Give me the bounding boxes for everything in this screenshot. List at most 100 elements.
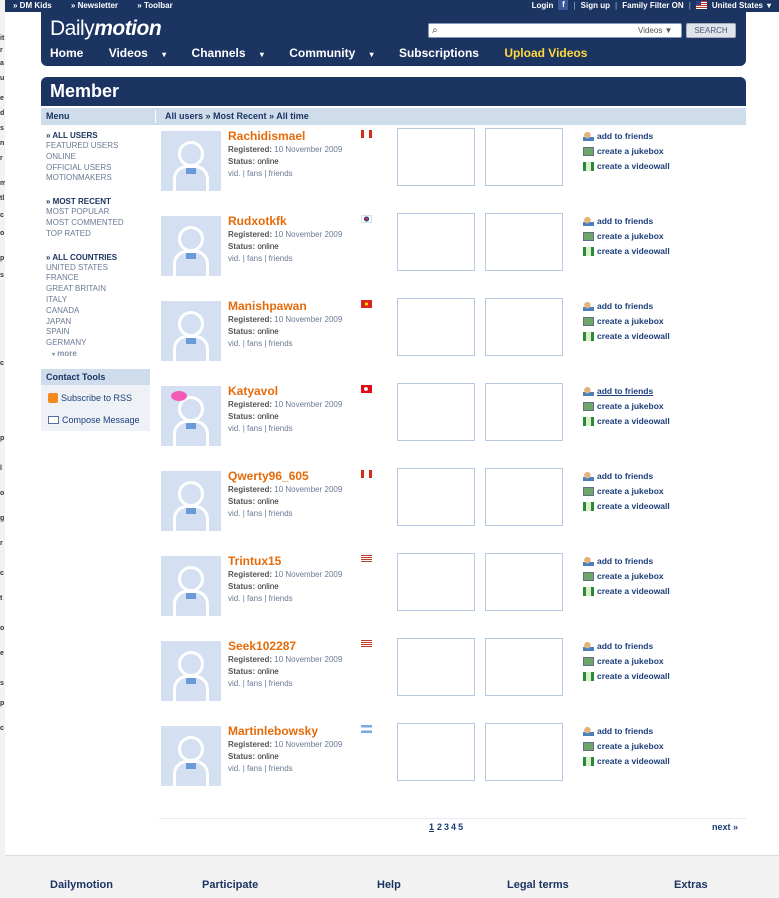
toolbar-link[interactable]: » Toolbar: [137, 1, 172, 10]
sidebar-more-link[interactable]: ▾ more: [46, 349, 151, 358]
family-filter-link[interactable]: Family Filter ON: [622, 1, 683, 10]
member-name-link[interactable]: Seek102287: [228, 639, 296, 653]
video-thumbnail[interactable]: [397, 298, 475, 356]
sidebar-item[interactable]: MOST COMMENTED: [46, 218, 151, 229]
videos-link[interactable]: vid.: [228, 764, 240, 773]
compose-message-link[interactable]: Compose Message: [41, 407, 150, 429]
videos-link[interactable]: vid.: [228, 339, 240, 348]
create-videowall-link[interactable]: create a videowall: [583, 756, 670, 766]
fans-link[interactable]: fans: [247, 339, 262, 348]
create-jukebox-link[interactable]: create a jukebox: [583, 741, 664, 751]
fans-link[interactable]: fans: [247, 594, 262, 603]
footer-heading[interactable]: Extras: [674, 879, 708, 891]
video-thumbnail[interactable]: [485, 298, 563, 356]
sidebar-item[interactable]: CANADA: [46, 306, 151, 317]
friends-link[interactable]: friends: [269, 594, 293, 603]
country-selector[interactable]: United States: [712, 1, 763, 10]
footer-heading[interactable]: Legal terms: [507, 879, 569, 891]
nav-upload-videos[interactable]: Upload Videos: [504, 46, 598, 60]
search-category-select[interactable]: Videos ▼: [638, 26, 672, 35]
signup-link[interactable]: Sign up: [581, 1, 610, 10]
fans-link[interactable]: fans: [247, 764, 262, 773]
nav-videos[interactable]: Videos ▾: [109, 46, 178, 60]
video-thumbnail[interactable]: [397, 553, 475, 611]
fans-link[interactable]: fans: [247, 424, 262, 433]
sidebar-item[interactable]: MOTIONMAKERS: [46, 173, 151, 184]
sidebar-heading[interactable]: » MOST RECENT: [46, 196, 151, 207]
page-link[interactable]: 4: [451, 822, 456, 832]
footer-heading[interactable]: Dailymotion: [50, 879, 113, 891]
video-thumbnail[interactable]: [397, 638, 475, 696]
subscribe-rss-link[interactable]: Subscribe to RSS: [41, 385, 150, 407]
breadcrumb[interactable]: All users » Most Recent » All time: [165, 111, 309, 121]
add-to-friends-link[interactable]: add to friends: [583, 301, 653, 311]
fans-link[interactable]: fans: [247, 169, 262, 178]
videos-link[interactable]: vid.: [228, 169, 240, 178]
sidebar-item[interactable]: MOST POPULAR: [46, 207, 151, 218]
video-thumbnail[interactable]: [485, 723, 563, 781]
sidebar-item[interactable]: ITALY: [46, 295, 151, 306]
footer-heading[interactable]: Participate: [202, 879, 258, 891]
member-name-link[interactable]: Qwerty96_605: [228, 469, 309, 483]
add-to-friends-link[interactable]: add to friends: [583, 556, 653, 566]
videos-link[interactable]: vid.: [228, 424, 240, 433]
member-name-link[interactable]: Katyavol: [228, 384, 278, 398]
fans-link[interactable]: fans: [247, 679, 262, 688]
videos-link[interactable]: vid.: [228, 594, 240, 603]
page-link[interactable]: 3: [444, 822, 449, 832]
friends-link[interactable]: friends: [269, 679, 293, 688]
member-name-link[interactable]: Manishpawan: [228, 299, 307, 313]
video-thumbnail[interactable]: [397, 128, 475, 186]
videos-link[interactable]: vid.: [228, 509, 240, 518]
create-videowall-link[interactable]: create a videowall: [583, 416, 670, 426]
create-videowall-link[interactable]: create a videowall: [583, 671, 670, 681]
create-jukebox-link[interactable]: create a jukebox: [583, 231, 664, 241]
add-to-friends-link[interactable]: add to friends: [583, 386, 653, 396]
video-thumbnail[interactable]: [397, 383, 475, 441]
avatar[interactable]: [161, 641, 221, 701]
add-to-friends-link[interactable]: add to friends: [583, 641, 653, 651]
friends-link[interactable]: friends: [269, 169, 293, 178]
video-thumbnail[interactable]: [397, 468, 475, 526]
avatar[interactable]: [161, 471, 221, 531]
friends-link[interactable]: friends: [269, 254, 293, 263]
add-to-friends-link[interactable]: add to friends: [583, 471, 653, 481]
sidebar-item[interactable]: JAPAN: [46, 317, 151, 328]
create-videowall-link[interactable]: create a videowall: [583, 501, 670, 511]
avatar[interactable]: [161, 301, 221, 361]
video-thumbnail[interactable]: [485, 128, 563, 186]
create-jukebox-link[interactable]: create a jukebox: [583, 486, 664, 496]
friends-link[interactable]: friends: [269, 339, 293, 348]
create-jukebox-link[interactable]: create a jukebox: [583, 656, 664, 666]
avatar[interactable]: [161, 556, 221, 616]
nav-home[interactable]: Home: [50, 46, 94, 60]
nav-community[interactable]: Community ▾: [289, 46, 384, 60]
sidebar-item[interactable]: GERMANY: [46, 338, 151, 349]
newsletter-link[interactable]: » Newsletter: [71, 1, 118, 10]
create-videowall-link[interactable]: create a videowall: [583, 331, 670, 341]
video-thumbnail[interactable]: [485, 553, 563, 611]
videos-link[interactable]: vid.: [228, 254, 240, 263]
avatar[interactable]: [161, 726, 221, 786]
create-jukebox-link[interactable]: create a jukebox: [583, 571, 664, 581]
sidebar-item[interactable]: SPAIN: [46, 327, 151, 338]
sidebar-item[interactable]: GREAT BRITAIN: [46, 284, 151, 295]
fans-link[interactable]: fans: [247, 509, 262, 518]
create-videowall-link[interactable]: create a videowall: [583, 161, 670, 171]
sidebar-item[interactable]: ONLINE: [46, 152, 151, 163]
fans-link[interactable]: fans: [247, 254, 262, 263]
add-to-friends-link[interactable]: add to friends: [583, 216, 653, 226]
video-thumbnail[interactable]: [397, 213, 475, 271]
member-name-link[interactable]: Rachidismael: [228, 129, 305, 143]
chevron-down-icon[interactable]: ▾: [767, 1, 771, 10]
page-link[interactable]: 2: [437, 822, 442, 832]
add-to-friends-link[interactable]: add to friends: [583, 131, 653, 141]
facebook-icon[interactable]: f: [558, 0, 569, 10]
page-link[interactable]: 5: [458, 822, 463, 832]
sidebar-item[interactable]: UNITED STATES: [46, 263, 151, 274]
sidebar-heading[interactable]: » ALL COUNTRIES: [46, 252, 151, 263]
search-input[interactable]: ⌕ Videos ▼: [428, 23, 682, 38]
sidebar-item[interactable]: TOP RATED: [46, 229, 151, 240]
search-button[interactable]: SEARCH: [686, 23, 736, 38]
avatar[interactable]: [161, 131, 221, 191]
